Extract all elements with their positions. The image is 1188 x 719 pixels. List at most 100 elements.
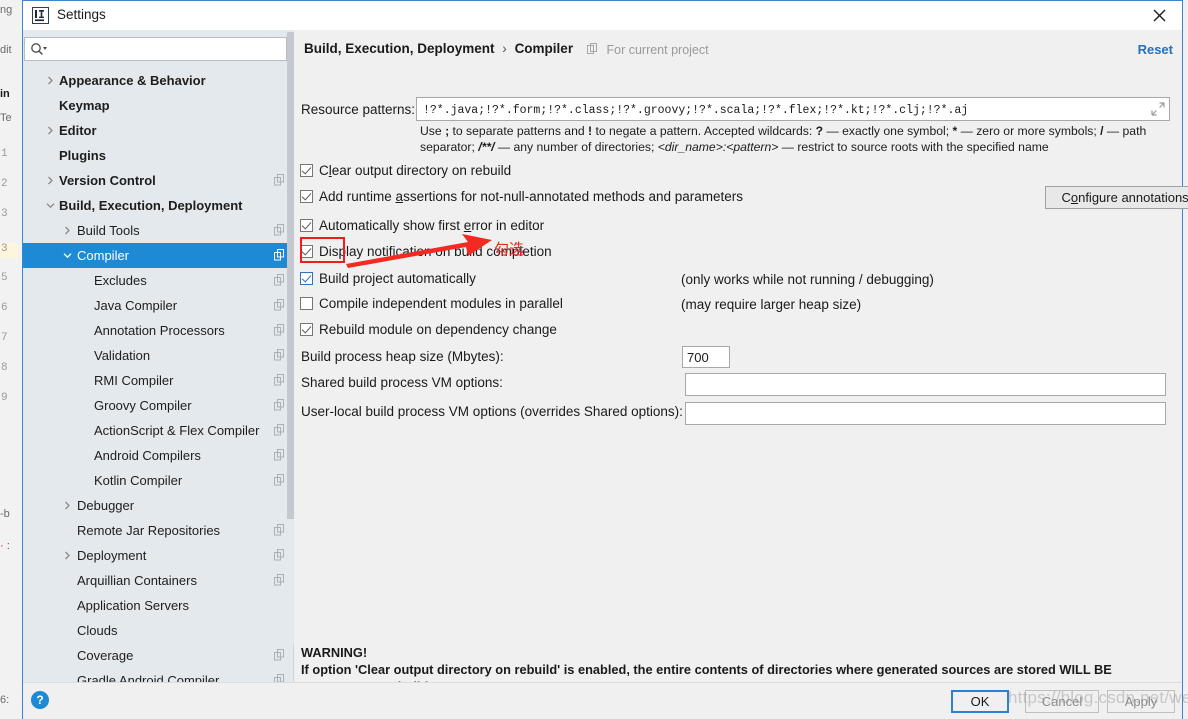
help-button[interactable]: ? [31, 691, 49, 709]
sidebar-item-coverage[interactable]: Coverage [23, 643, 294, 668]
ok-button[interactable]: OK [951, 690, 1009, 713]
sidebar-item-arquillian-containers[interactable]: Arquillian Containers [23, 568, 294, 593]
chevron-right-icon[interactable] [61, 225, 73, 237]
field-input[interactable] [686, 403, 1165, 424]
project-scope-icon [274, 299, 285, 311]
chevron-right-icon[interactable] [44, 75, 56, 87]
hint-text: — zero or more symbols; [957, 124, 1101, 138]
sidebar-item-gradle-android-compiler[interactable]: Gradle Android Compiler [23, 668, 294, 682]
chevron-right-icon[interactable] [44, 175, 56, 187]
project-scope-icon [274, 674, 285, 682]
checkbox-build-project-automatically[interactable]: Build project automatically [300, 271, 476, 286]
resource-patterns-label: Resource patterns: [301, 102, 416, 117]
intellij-idea-icon [32, 7, 49, 24]
sidebar-scrollbar-thumb[interactable] [287, 32, 294, 519]
sidebar-item-label: Gradle Android Compiler [77, 673, 220, 682]
field-shared-build-process-vm[interactable] [685, 373, 1166, 396]
sidebar-item-editor[interactable]: Editor [23, 118, 294, 143]
chevron-down-icon[interactable] [44, 200, 56, 212]
sidebar-item-label: Build, Execution, Deployment [59, 198, 243, 213]
sidebar-item-keymap[interactable]: Keymap [23, 93, 294, 118]
sidebar-item-java-compiler[interactable]: Java Compiler [23, 293, 294, 318]
sidebar-item-validation[interactable]: Validation [23, 343, 294, 368]
apply-button[interactable]: Apply [1107, 690, 1175, 713]
for-current-project-text: For current project [606, 43, 709, 57]
checkbox-rebuild-module-on-dependency[interactable]: Rebuild module on dependency change [300, 322, 557, 337]
checkbox-input[interactable] [300, 219, 313, 232]
checkbox-add-runtime-assertions-for[interactable]: Add runtime assertions for not-null-anno… [300, 189, 743, 204]
sidebar-item-label: Clouds [77, 623, 118, 638]
hint-text: Use [420, 124, 446, 138]
close-icon[interactable] [1137, 1, 1182, 29]
sidebar-item-android-compilers[interactable]: Android Compilers [23, 443, 294, 468]
search-icon [30, 42, 47, 62]
sidebar-item-label: Version Control [59, 173, 156, 188]
hint-text: — restrict to source roots with the spec… [778, 139, 1049, 154]
sidebar-item-label: Remote Jar Repositories [77, 523, 221, 538]
checkbox-label-pre: Add runtime [319, 189, 396, 204]
expand-field-icon[interactable] [1151, 102, 1165, 116]
breadcrumb-root[interactable]: Build, Execution, Deployment [304, 41, 495, 56]
sidebar-item-plugins[interactable]: Plugins [23, 143, 294, 168]
sidebar-item-rmi-compiler[interactable]: RMI Compiler [23, 368, 294, 393]
search-input[interactable] [53, 38, 285, 62]
sidebar-item-kotlin-compiler[interactable]: Kotlin Compiler [23, 468, 294, 493]
chevron-down-icon[interactable] [61, 250, 73, 262]
sidebar-item-compiler[interactable]: Compiler [23, 243, 294, 268]
sidebar-item-build-execution-deployment[interactable]: Build, Execution, Deployment [23, 193, 294, 218]
chevron-right-icon[interactable] [61, 550, 73, 562]
search-field[interactable] [24, 37, 287, 62]
cancel-button[interactable]: Cancel [1025, 690, 1099, 713]
checkbox-input[interactable] [300, 164, 313, 177]
sidebar-item-remote-jar-repositories[interactable]: Remote Jar Repositories [23, 518, 294, 543]
resource-patterns-input[interactable] [421, 98, 1147, 122]
configure-annotations-button[interactable]: Configure annotations... [1045, 186, 1188, 209]
configure-annotations-pre: C [1061, 190, 1071, 205]
bg-line-number: 6 [1, 302, 8, 314]
checkbox-compile-independent-modules-in[interactable]: Compile independent modules in parallel [300, 296, 563, 311]
reset-link[interactable]: Reset [1138, 42, 1173, 57]
sidebar-item-deployment[interactable]: Deployment [23, 543, 294, 568]
sidebar-item-version-control[interactable]: Version Control [23, 168, 294, 193]
checkbox-input[interactable] [300, 245, 313, 258]
checkbox-side-note: (only works while not running / debuggin… [681, 272, 934, 287]
sidebar-item-actionscript-flex-compiler[interactable]: ActionScript & Flex Compiler [23, 418, 294, 443]
project-scope-icon [274, 549, 285, 561]
sidebar-scrollbar[interactable] [287, 30, 294, 644]
sidebar-item-label: Build Tools [77, 223, 140, 238]
sidebar-item-groovy-compiler[interactable]: Groovy Compiler [23, 393, 294, 418]
chevron-right-icon[interactable] [61, 500, 73, 512]
checkbox-input[interactable] [300, 297, 313, 310]
configure-annotations-post: nfigure annotations... [1078, 190, 1188, 205]
checkbox-input[interactable] [300, 272, 313, 285]
project-scope-icon [274, 324, 285, 336]
sidebar-item-appearance-behavior[interactable]: Appearance & Behavior [23, 68, 294, 93]
sidebar-item-label: Appearance & Behavior [59, 73, 206, 88]
resource-patterns-field[interactable] [416, 97, 1170, 122]
field-input[interactable] [683, 347, 729, 367]
sidebar-item-label: Java Compiler [94, 298, 178, 313]
field-input[interactable] [686, 374, 1165, 395]
sidebar-item-excludes[interactable]: Excludes [23, 268, 294, 293]
settings-tree[interactable]: Appearance & Behavior Keymap Editor Plugins… [23, 68, 294, 682]
settings-dialog: Settings Appearance & Behavior Keymap Ed… [22, 0, 1188, 719]
checkbox-clear-output-directory-on[interactable]: Clear output directory on rebuild [300, 163, 511, 178]
checkbox-display-notification-on-build[interactable]: Display notification on build completion [300, 244, 552, 259]
checkbox-automatically-show-first-error[interactable]: Automatically show first error in editor [300, 218, 544, 233]
sidebar-item-label: Plugins [59, 148, 106, 163]
sidebar-item-clouds[interactable]: Clouds [23, 618, 294, 643]
bg-fragment: -b [0, 508, 10, 520]
sidebar-item-build-tools[interactable]: Build Tools [23, 218, 294, 243]
checkbox-input[interactable] [300, 323, 313, 336]
sidebar-item-label: Editor [59, 123, 97, 138]
project-scope-icon [274, 649, 285, 661]
project-scope-icon [274, 574, 285, 586]
sidebar-item-application-servers[interactable]: Application Servers [23, 593, 294, 618]
checkbox-input[interactable] [300, 190, 313, 203]
field-user-local-build-process[interactable] [685, 402, 1166, 425]
chevron-right-icon[interactable] [44, 125, 56, 137]
bg-line-number: 5 [1, 272, 8, 284]
sidebar-item-debugger[interactable]: Debugger [23, 493, 294, 518]
field-build-process-heap-size[interactable] [682, 346, 730, 368]
sidebar-item-annotation-processors[interactable]: Annotation Processors [23, 318, 294, 343]
